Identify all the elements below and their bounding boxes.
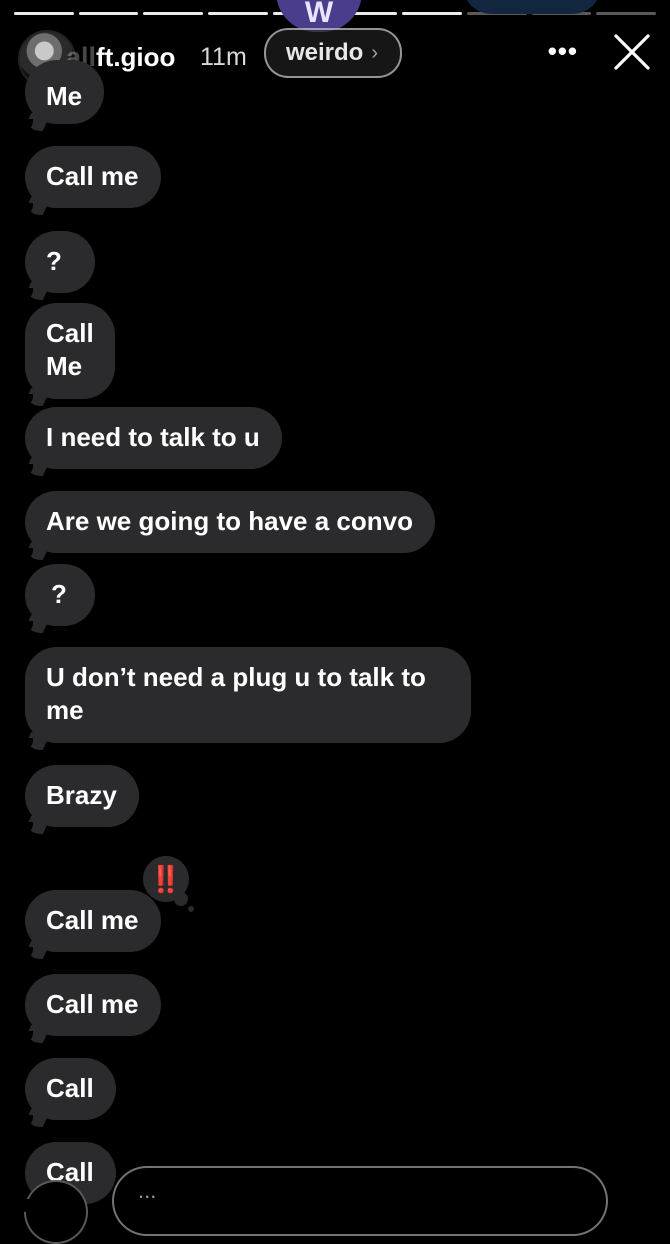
message-bubble: Me [16, 60, 105, 133]
time-ago: 11m [200, 43, 247, 71]
label-pill[interactable]: weirdo › [264, 28, 403, 78]
message-bubble: Call me [17, 974, 161, 1045]
progress-segment [78, 12, 139, 15]
progress-segment [143, 12, 204, 15]
message-bubble: I need to talk to u [17, 407, 282, 478]
username[interactable]: ft.gioo [96, 42, 175, 73]
close-icon[interactable] [612, 32, 652, 72]
message-bubble: Call Me [17, 303, 115, 408]
progress-segment [208, 12, 268, 15]
reaction-tail-dot [188, 906, 194, 912]
double-exclamation-icon: ‼️ [149, 863, 183, 894]
story-header: all ft.gioo 11m weirdo › ••• [18, 28, 652, 88]
message-text: Call Me [46, 318, 94, 381]
message-text: Me [46, 81, 83, 111]
reaction-tail-dot [174, 892, 188, 906]
message-text: Call [46, 1073, 94, 1103]
message-bubble: ? [17, 231, 95, 302]
message-bubble: Are we going to have a convo [17, 491, 435, 562]
reply-input[interactable]: ... [112, 1166, 608, 1236]
progress-segment [596, 12, 657, 15]
progress-segment [14, 12, 74, 15]
message-text: ? [46, 246, 62, 276]
message-text: I need to talk to u [46, 422, 260, 452]
message-text: Call me [46, 905, 139, 935]
peek-sticker-letter: W [304, 0, 334, 29]
message-bubble: U don’t need a plug u to talk to me [17, 647, 471, 752]
pill-label: weirdo [286, 39, 364, 66]
message-bubble: Call [17, 1058, 116, 1129]
message-bubble: Call me [17, 890, 161, 961]
message-text: ? [51, 579, 67, 609]
message-text: Brazy [46, 780, 117, 810]
message-text: U don’t need a plug u to talk to me [46, 662, 426, 725]
message-bubble: Brazy [17, 765, 139, 836]
message-bubble: Call me [17, 146, 161, 217]
reply-placeholder: ... [138, 1178, 157, 1203]
progress-segment [402, 12, 462, 15]
more-icon[interactable]: ••• [548, 36, 578, 67]
message-text: Are we going to have a convo [46, 506, 413, 536]
camera-button[interactable] [24, 1180, 88, 1244]
message-text: Call me [46, 989, 139, 1019]
message-text: Call me [46, 161, 139, 191]
chevron-right-icon: › [371, 41, 379, 64]
message-bubble: ? [17, 564, 95, 635]
peek-shape [462, 0, 602, 14]
